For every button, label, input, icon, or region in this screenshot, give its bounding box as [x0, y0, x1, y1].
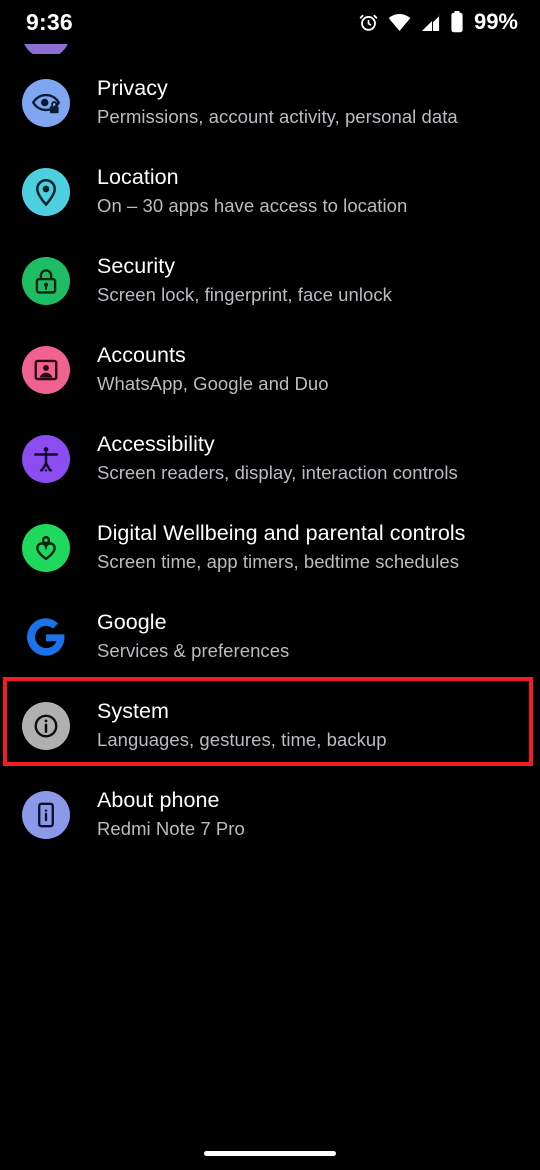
status-bar: 9:36 99% [0, 0, 540, 44]
row-text-google: Google Services & preferences [97, 601, 289, 664]
settings-list: Privacy Permissions, account activity, p… [0, 54, 540, 855]
row-text-location: Location On – 30 apps have access to loc… [97, 156, 407, 219]
settings-row-accounts[interactable]: Accounts WhatsApp, Google and Duo [0, 321, 540, 410]
system-info-icon [22, 702, 70, 750]
settings-row-google[interactable]: Google Services & preferences [0, 588, 540, 677]
home-gesture-pill[interactable] [204, 1151, 336, 1156]
row-title: About phone [97, 788, 220, 812]
row-subtitle: WhatsApp, Google and Duo [97, 373, 329, 394]
row-subtitle: Screen time, app timers, bedtime schedul… [97, 551, 459, 572]
wifi-icon [388, 13, 411, 32]
location-pin-icon [22, 168, 70, 216]
row-title: Location [97, 165, 179, 189]
signal-icon [420, 13, 441, 32]
settings-row-accessibility[interactable]: Accessibility Screen readers, display, i… [0, 410, 540, 499]
row-title: Privacy [97, 76, 168, 100]
row-text-privacy: Privacy Permissions, account activity, p… [97, 67, 458, 130]
row-title: Google [97, 610, 167, 634]
row-title: Security [97, 254, 176, 278]
accessibility-person-icon [22, 435, 70, 483]
row-title: System [97, 699, 169, 723]
row-subtitle: Languages, gestures, time, backup [97, 729, 387, 750]
row-text-about-phone: About phone Redmi Note 7 Pro [97, 779, 245, 842]
row-subtitle: Screen readers, display, interaction con… [97, 462, 458, 483]
accounts-person-icon [22, 346, 70, 394]
battery-icon [450, 11, 464, 33]
row-title: Digital Wellbeing and parental controls [97, 521, 466, 545]
privacy-eye-lock-icon [22, 79, 70, 127]
row-text-accessibility: Accessibility Screen readers, display, i… [97, 423, 458, 486]
row-subtitle: Screen lock, fingerprint, face unlock [97, 284, 392, 305]
settings-row-system[interactable]: System Languages, gestures, time, backup [0, 677, 540, 766]
status-clock: 9:36 [26, 8, 73, 35]
row-subtitle: Permissions, account activity, personal … [97, 106, 458, 127]
settings-screen: 9:36 99% Privacy Permissions, account ac… [0, 0, 540, 1170]
alarm-icon [358, 12, 379, 33]
about-phone-icon [22, 791, 70, 839]
battery-percent-label: 99% [473, 9, 518, 34]
row-text-digital-wellbeing: Digital Wellbeing and parental controls … [97, 512, 465, 575]
row-subtitle: Services & preferences [97, 640, 290, 661]
status-icon-group: 99% [358, 9, 518, 35]
row-text-security: Security Screen lock, fingerprint, face … [97, 245, 392, 308]
security-lock-icon [22, 257, 70, 305]
settings-row-about-phone[interactable]: About phone Redmi Note 7 Pro [0, 766, 540, 855]
settings-row-security[interactable]: Security Screen lock, fingerprint, face … [0, 232, 540, 321]
settings-row-location[interactable]: Location On – 30 apps have access to loc… [0, 143, 540, 232]
row-text-accounts: Accounts WhatsApp, Google and Duo [97, 334, 329, 397]
wellbeing-heart-icon [22, 524, 70, 572]
row-subtitle: Redmi Note 7 Pro [97, 818, 245, 839]
row-text-system: System Languages, gestures, time, backup [97, 690, 387, 753]
settings-row-digital-wellbeing[interactable]: Digital Wellbeing and parental controls … [0, 499, 540, 588]
row-title: Accounts [97, 343, 186, 367]
settings-row-privacy[interactable]: Privacy Permissions, account activity, p… [0, 54, 540, 143]
google-g-icon [22, 613, 70, 661]
row-subtitle: On – 30 apps have access to location [97, 195, 408, 216]
row-title: Accessibility [97, 432, 215, 456]
